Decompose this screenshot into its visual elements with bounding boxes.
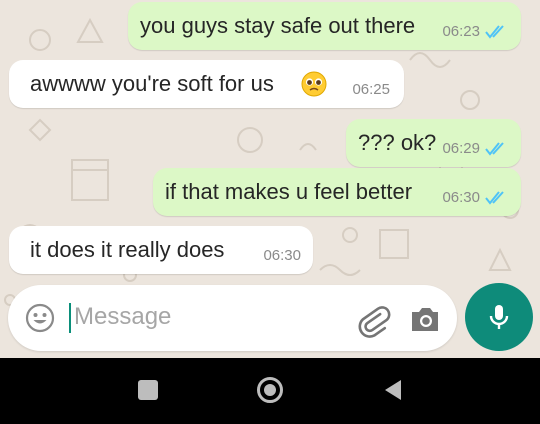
- message-text: awwww you're soft for us: [30, 71, 274, 96]
- message-time: 06:23: [442, 23, 480, 40]
- message-bubble-outgoing[interactable]: if that makes u feel better 06:30: [153, 168, 521, 216]
- message-text: if that makes u feel better: [165, 179, 413, 204]
- pleading-face-emoji-icon: [301, 71, 327, 97]
- message-bubble-outgoing[interactable]: you guys stay safe out there 06:23: [128, 2, 521, 50]
- message-bubble-incoming[interactable]: it does it really does 06:30: [9, 226, 313, 274]
- message-time: 06:30: [442, 189, 480, 206]
- back-triangle-icon[interactable]: [381, 378, 405, 402]
- system-navigation-bar: [0, 358, 540, 424]
- read-ticks-icon: [485, 141, 504, 156]
- message-meta: 06:23: [442, 23, 509, 40]
- message-bubble-outgoing[interactable]: ??? ok? 06:29: [346, 119, 521, 167]
- message-meta: 06:25: [352, 81, 390, 98]
- read-ticks-icon: [485, 190, 504, 205]
- text-cursor: [69, 303, 71, 333]
- message-meta: 06:30: [263, 247, 301, 264]
- message-input[interactable]: Message: [74, 303, 171, 331]
- message-meta: 06:30: [442, 189, 509, 206]
- paperclip-icon[interactable]: [355, 302, 391, 338]
- read-ticks-icon: [485, 24, 504, 39]
- message-text: ??? ok?: [358, 130, 437, 155]
- microphone-button[interactable]: [465, 283, 533, 351]
- microphone-icon: [489, 305, 509, 329]
- home-circle-icon[interactable]: [256, 376, 284, 404]
- message-text: it does it really does: [30, 237, 225, 262]
- message-bubble-incoming[interactable]: awwww you're soft for us 06:25: [9, 60, 404, 108]
- message-composer: Message: [8, 285, 457, 351]
- camera-icon[interactable]: [408, 303, 442, 335]
- message-time: 06:25: [352, 81, 390, 98]
- smiley-icon[interactable]: [24, 302, 56, 334]
- message-time: 06:29: [442, 140, 480, 157]
- recents-square-icon[interactable]: [138, 380, 158, 400]
- message-time: 06:30: [263, 247, 301, 264]
- message-meta: 06:29: [442, 140, 509, 157]
- message-text: you guys stay safe out there: [140, 13, 416, 38]
